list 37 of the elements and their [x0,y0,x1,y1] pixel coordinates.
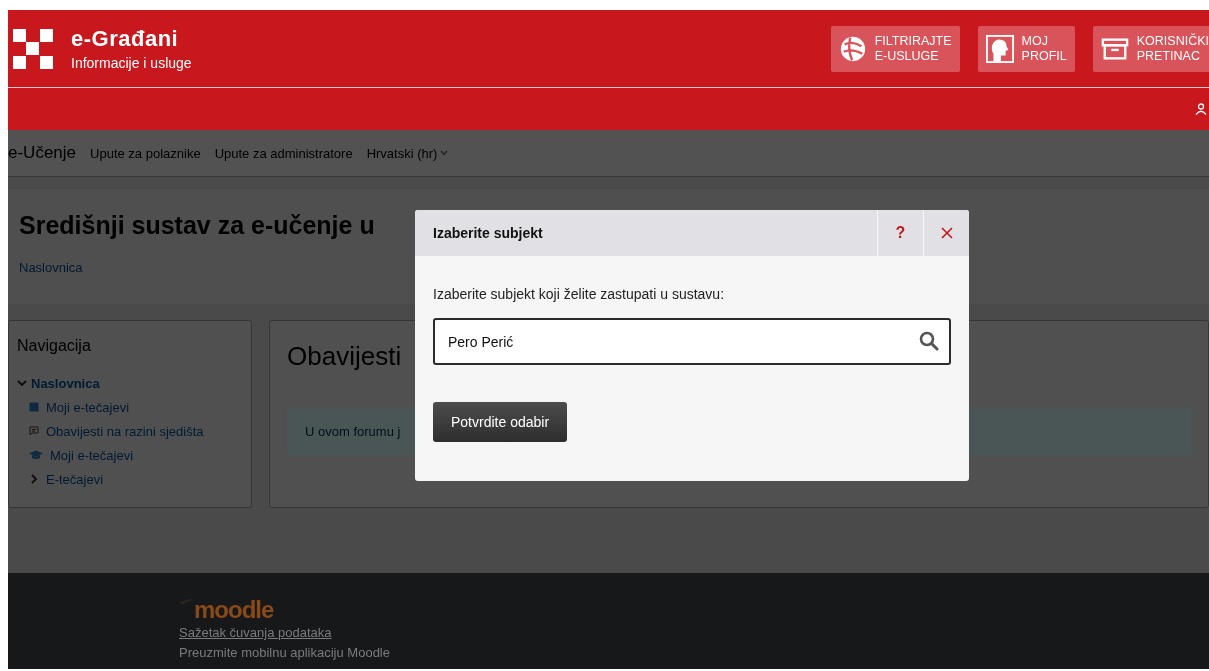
tree-item[interactable]: E-tečajevi [46,471,104,487]
close-icon [940,227,953,239]
search-field[interactable]: Pero Perić [433,318,951,365]
footer-logo: moodle [194,599,274,621]
breadcrumb-link[interactable]: Naslovnica [19,260,83,275]
block-title: Navigacija [17,337,91,355]
field-label: Izaberite subjekt koji želite zastupati u sustavu: [433,286,725,302]
site-title: e-Građani [71,26,180,52]
nav-link[interactable]: Upute za administratore [214,145,353,161]
alert-text: U ovom forumu j [305,424,401,439]
graduation-cap-icon [29,450,43,460]
tree-item[interactable]: Moji e-tečajevi [50,447,134,463]
caret-icon [440,150,449,156]
checker-logo-icon [13,28,53,69]
site-name-link[interactable]: e-Učenje [8,143,77,163]
section-heading: Obavijesti [287,341,402,372]
footer-link[interactable]: Sažetak čuvanja podataka [179,624,1209,641]
tree-item[interactable]: Moji e-tečajevi [46,399,130,415]
head-profile-icon [985,34,1014,63]
header-button[interactable]: FILTRIRAJTE E-USLUGE [830,25,960,72]
square-icon [29,402,39,412]
header-button[interactable]: MOJ PROFIL [977,25,1075,72]
tree-item[interactable]: Naslovnica [31,375,100,391]
comment-icon [29,426,39,436]
confirm-button[interactable]: Potvrdite odabir [433,402,568,442]
page-title: Središnji sustav za e-učenje u [19,211,375,240]
header-button[interactable]: KORISNIČKI PRETINAC [1092,25,1209,72]
user-icon[interactable] [1195,103,1207,115]
search-icon[interactable] [919,331,939,351]
help-button[interactable]: ? [877,210,923,256]
nav-link[interactable]: Upute za polaznike [90,145,201,161]
globe-icon [838,34,867,63]
language-menu[interactable]: Hrvatski (hr) [366,145,449,161]
tree-item[interactable]: Obavijesti na razini sjedišta [46,423,204,439]
footer-link[interactable]: Preuzmite mobilnu aplikaciju Moodle [179,644,1209,661]
modal-title: Izaberite subjekt [432,225,544,241]
site-subtitle: Informacije i usluge [71,55,192,71]
